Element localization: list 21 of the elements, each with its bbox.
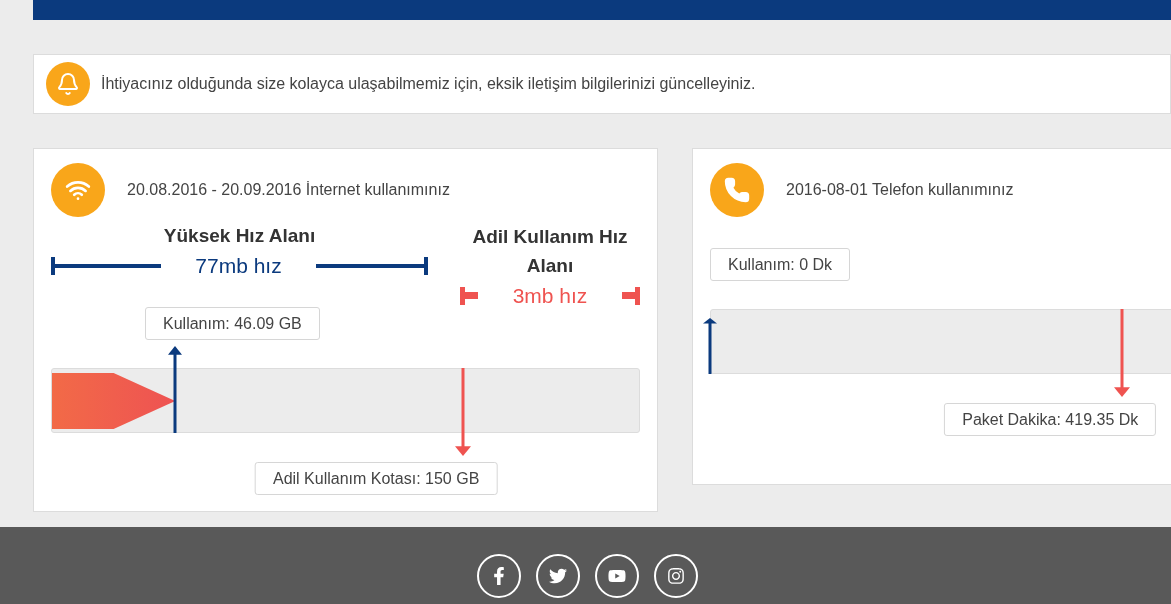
zone-title: Yüksek Hız Alanı [163,224,316,248]
youtube-icon[interactable] [595,554,639,598]
quota-label: Adil Kullanım Kotası: 150 GB [254,462,498,495]
usage-label: Kullanım: 46.09 GB [145,307,320,340]
wifi-icon [51,163,105,217]
quota-label: Paket Dakika: 419.35 Dk [944,403,1157,436]
notice-text: İhtiyacınız olduğunda size kolayca ulaşabilmemiz için, eksik iletişim bilgilerinizi güncelleyiniz. [101,74,756,94]
facebook-icon[interactable] [477,554,521,598]
speed-value: 3mb hız [511,283,589,309]
range-marker-icon [460,286,478,305]
instagram-icon[interactable] [654,554,698,598]
zone-title: Adil Kullanım Hız Alanı [471,225,629,278]
card-title: 2016-08-01 Telefon kullanımınız [786,180,1014,200]
phone-icon [710,163,764,217]
speed-value: 77mb hız [194,253,283,279]
twitter-icon[interactable] [536,554,580,598]
card-title: 20.08.2016 - 20.09.2016 İnternet kullanımınız [127,180,450,200]
range-marker-icon [622,286,640,305]
usage-arrow [703,318,717,374]
usage-label: Kullanım: 0 Dk [710,248,851,281]
bell-icon [46,62,90,106]
